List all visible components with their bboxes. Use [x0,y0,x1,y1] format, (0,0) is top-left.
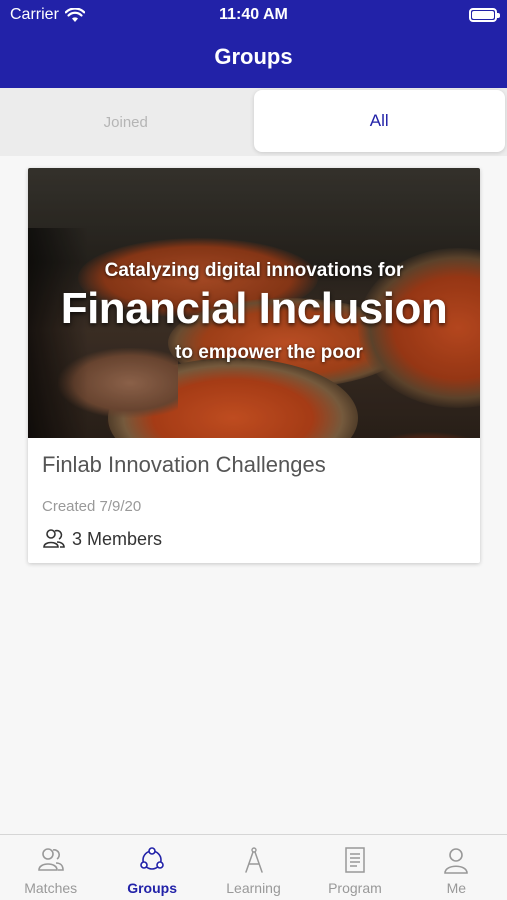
cover-text-line3: to empower the poor [175,342,363,363]
program-icon [345,847,365,873]
tab-bar-matches-label: Matches [24,880,78,896]
tab-joined[interactable]: Joined [0,88,252,156]
app-header: Carrier 11:40 AM Groups [0,0,507,88]
battery-icon [469,8,500,22]
tab-all[interactable]: All [253,90,505,152]
learning-icon [244,847,263,873]
tab-bar-learning[interactable]: Learning [203,835,304,900]
group-created-date: Created 7/9/20 [42,498,142,515]
tab-bar-me[interactable]: Me [406,835,507,900]
cover-text-line1: Catalyzing digital innovations for [104,260,404,281]
group-title: Finlab Innovation Challenges [42,452,326,477]
bottom-tab-bar: Matches Groups Learning Program Me [0,834,507,900]
tab-bar-groups-label: Groups [127,880,177,896]
tab-bar-matches[interactable]: Matches [0,835,101,900]
person-icon [444,848,469,874]
segmented-control: Joined All [0,88,507,156]
status-bar: Carrier 11:40 AM [0,6,507,26]
tab-bar-program[interactable]: Program [304,835,405,900]
tab-bar-groups[interactable]: Groups [101,835,202,900]
members-icon [43,529,65,548]
status-time: 11:40 AM [219,6,288,23]
matches-icon [37,848,64,871]
group-members: 3 Members [42,528,162,550]
groups-icon [140,847,164,870]
tab-bar-me-label: Me [446,880,467,896]
tab-bar-program-label: Program [328,880,382,896]
cover-text-line2: Financial Inclusion [60,284,448,333]
members-count: 3 Members [72,528,163,549]
group-card[interactable]: Catalyzing digital innovations for Finan… [28,168,480,563]
page-title: Groups [214,44,293,69]
tab-bar-learning-label: Learning [226,880,281,896]
group-cover-image: Catalyzing digital innovations for Finan… [28,168,480,438]
